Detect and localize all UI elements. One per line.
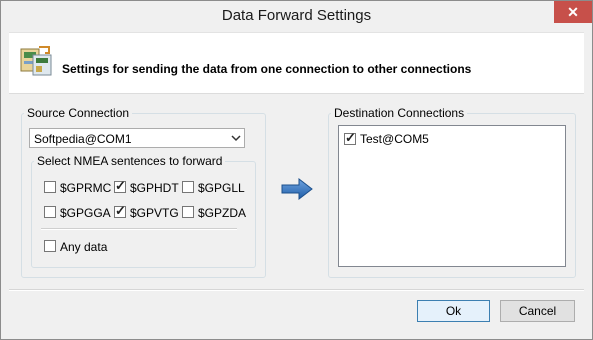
checkmark-icon: ✓	[115, 178, 126, 193]
header-description: Settings for sending the data from one c…	[62, 62, 472, 76]
source-connection-select[interactable]: Softpedia@COM1	[29, 128, 245, 148]
checkbox-gphdt[interactable]: ✓	[114, 178, 126, 193]
list-item-test-com5[interactable]: Test@COM5	[360, 132, 429, 146]
checkbox-gprmc[interactable]	[44, 181, 56, 193]
title-bar[interactable]: Data Forward Settings ✕	[1, 1, 592, 31]
label-gpgga: $GPGGA	[60, 206, 111, 220]
arrow-right-icon	[281, 178, 313, 200]
checkbox-test-com5[interactable]: ✓	[344, 130, 356, 145]
checkbox-gpgga[interactable]	[44, 206, 56, 218]
nmea-sentences-legend: Select NMEA sentences to forward	[37, 154, 223, 168]
checkbox-any-data[interactable]	[44, 240, 56, 252]
checkbox-gpzda[interactable]	[182, 206, 194, 218]
cancel-button[interactable]: Cancel	[500, 300, 575, 322]
checkmark-icon: ✓	[345, 130, 356, 145]
close-button[interactable]: ✕	[554, 1, 592, 23]
network-cards-icon	[20, 46, 52, 76]
checkmark-icon: ✓	[115, 203, 126, 218]
ok-button[interactable]: Ok	[417, 300, 490, 322]
label-gprmc: $GPRMC	[60, 181, 112, 195]
destination-connections-list[interactable]: ✓ Test@COM5	[338, 125, 566, 267]
label-gpzda: $GPZDA	[198, 206, 247, 220]
dialog-window: Data Forward Settings ✕ Settings for sen…	[0, 0, 593, 340]
checkbox-gpvtg[interactable]: ✓	[114, 203, 126, 218]
destination-connections-legend: Destination Connections	[334, 106, 465, 120]
label-gpgll: $GPGLL	[198, 181, 245, 195]
checkbox-gpgll[interactable]	[182, 181, 194, 193]
header-banner: Settings for sending the data from one c…	[9, 32, 584, 94]
label-gpvtg: $GPVTG	[130, 206, 179, 220]
source-connection-value: Softpedia@COM1	[34, 132, 132, 146]
nmea-separator	[41, 228, 237, 230]
chevron-down-icon	[231, 131, 241, 148]
window-title: Data Forward Settings	[221, 7, 372, 24]
label-gphdt: $GPHDT	[130, 181, 179, 195]
label-any-data: Any data	[60, 240, 108, 254]
footer-separator	[9, 289, 584, 291]
source-connection-legend: Source Connection	[27, 106, 130, 120]
